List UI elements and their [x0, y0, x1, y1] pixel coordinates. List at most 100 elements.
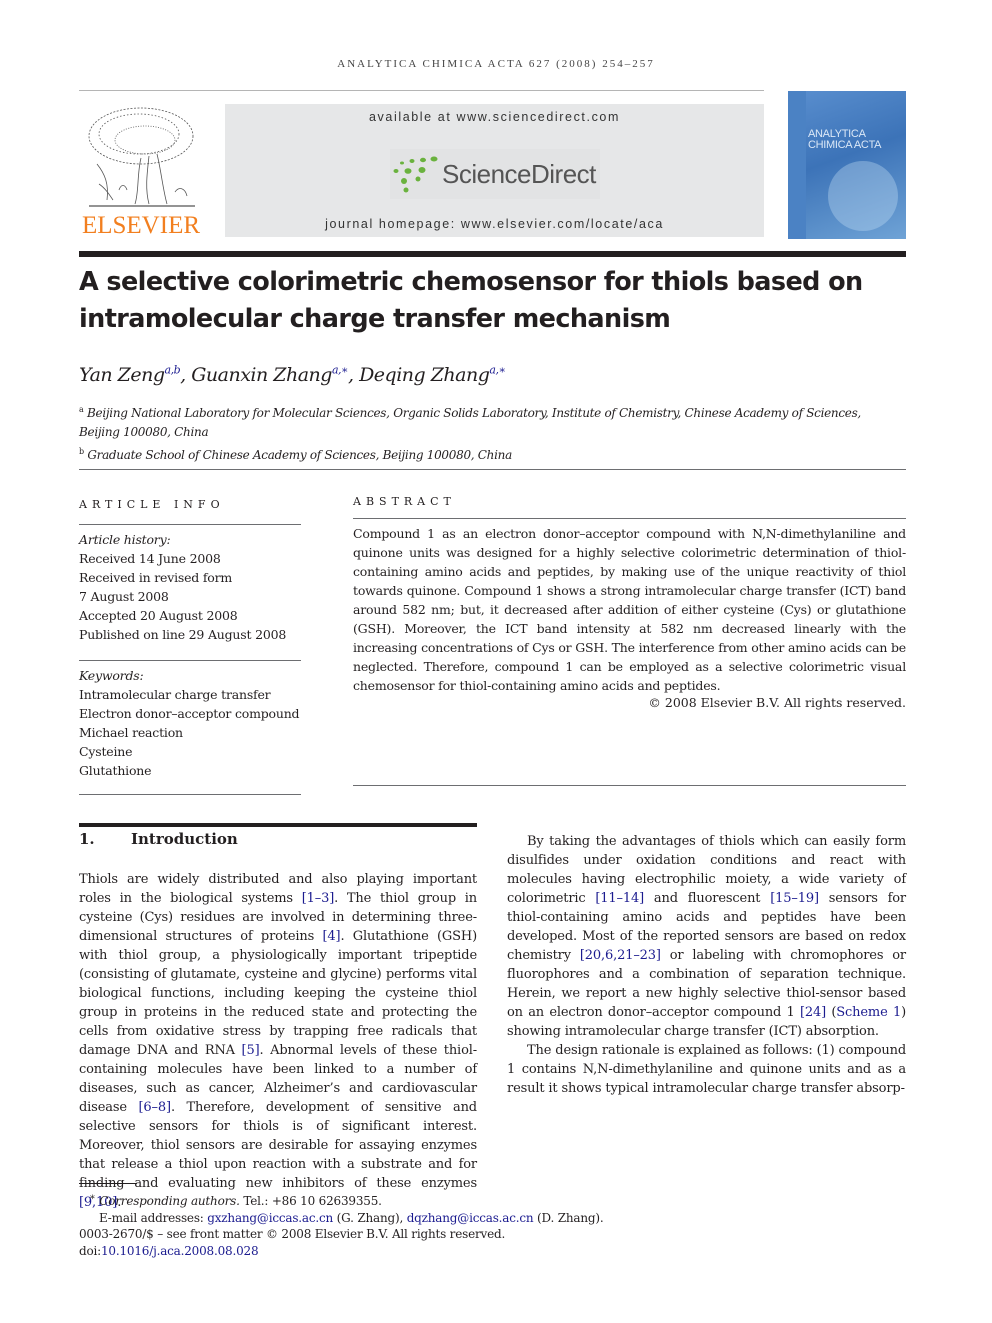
cover-title: ANALYTICA CHIMICA ACTA [808, 129, 882, 151]
affiliation-b: b Graduate School of Chinese Academy of … [79, 442, 909, 465]
abstract-text: Compound 1 as an electron donor–acceptor… [353, 526, 906, 693]
affiliation-a: a Beijing National Laboratory for Molecu… [79, 400, 909, 423]
doi-label: doi: [79, 1243, 101, 1258]
footnotes: ∗ Corresponding authors. Tel.: +86 10 62… [79, 1183, 604, 1260]
history-label: Article history: [79, 532, 171, 547]
email-owner: (D. Zhang). [533, 1210, 604, 1225]
sciencedirect-logo[interactable]: ScienceDirect [390, 149, 600, 199]
intro-paragraph-1: Thiols are widely distributed and also p… [79, 870, 477, 1212]
article-title: A selective colorimetric chemosensor for… [79, 264, 909, 338]
section-number: 1. [79, 830, 95, 848]
email-link[interactable]: gxzhang@iccas.ac.cn [207, 1211, 333, 1225]
history-item: Received 14 June 2008 [79, 551, 221, 566]
affiliation-mark: b [79, 447, 84, 456]
body-text: The design rationale is explained as fol… [507, 1043, 906, 1096]
abstract-heading: Abstract [353, 495, 456, 508]
affiliation-text-cont: Beijing 100080, China [79, 425, 209, 439]
article-info-rule [79, 524, 301, 525]
author-name: Guanxin Zhang [191, 364, 332, 387]
sciencedirect-banner: available at www.sciencedirect.com Scien… [225, 104, 764, 237]
abstract: Abstract Compound 1 as an electron donor… [353, 495, 906, 786]
abstract-copyright: © 2008 Elsevier B.V. All rights reserved… [648, 695, 906, 710]
corresponding-label: Corresponding authors. [99, 1194, 240, 1208]
front-matter: 0003-2670/$ – see front matter © 2008 El… [79, 1227, 506, 1241]
body-column-left: Thiols are widely distributed and also p… [79, 870, 477, 1212]
author-affiliation-mark[interactable]: a,b [165, 364, 181, 377]
author-separator: , [180, 364, 192, 387]
telephone: Tel.: +86 10 62639355. [239, 1194, 382, 1208]
history-item: Accepted 20 August 2008 [79, 608, 238, 623]
title-rule [79, 251, 906, 257]
article-info-heading: Article Info [79, 498, 225, 511]
author-name: Deqing Zhang [359, 364, 490, 387]
journal-homepage-link[interactable]: journal homepage: www.elsevier.com/locat… [225, 217, 764, 231]
article-info-bottom-rule [79, 794, 301, 795]
doi-link[interactable]: 10.1016/j.aca.2008.08.028 [101, 1244, 259, 1258]
citation-link[interactable]: [11–14] [595, 891, 644, 906]
affiliation-text: Beijing National Laboratory for Molecula… [87, 406, 861, 420]
keyword: Intramolecular charge transfer [79, 687, 271, 702]
elsevier-logo[interactable]: ELSEVIER [79, 104, 203, 240]
section-heading-introduction: 1. Introduction [79, 830, 238, 848]
history-item: 7 August 2008 [79, 589, 169, 604]
citation-link[interactable]: [5] [242, 1043, 260, 1058]
abstract-rule [353, 518, 906, 519]
article-title-line2: intramolecular charge transfer mechanism [79, 304, 671, 334]
keyword: Cysteine [79, 744, 133, 759]
body-text: . Glutathione (GSH) with thiol group, a … [79, 929, 477, 1058]
cover-title-line2: CHIMICA ACTA [808, 139, 882, 151]
author-list: Yan Zenga,b, Guanxin Zhanga,∗, Deqing Zh… [79, 364, 506, 387]
citation-link[interactable]: Scheme 1 [836, 1005, 901, 1020]
history-item: Published on line 29 August 2008 [79, 627, 287, 642]
citation-link[interactable]: [6–8] [139, 1100, 172, 1115]
intro-paragraph-2: By taking the advantages of thiols which… [507, 832, 906, 1041]
affiliation-mark: a [79, 405, 84, 414]
history-item: Received in revised form [79, 570, 233, 585]
intro-rule [79, 823, 477, 827]
email-link[interactable]: dqzhang@iccas.ac.cn [407, 1211, 534, 1225]
corresponding-note: ∗ Corresponding authors. Tel.: +86 10 62… [79, 1190, 603, 1210]
running-header: ANALYTICA CHIMICA ACTA 627 (2008) 254–25… [337, 58, 655, 70]
elsevier-tree-icon [88, 107, 195, 207]
author-name: Yan Zeng [79, 364, 165, 387]
section-title: Introduction [131, 830, 238, 848]
elsevier-wordmark: ELSEVIER [81, 212, 201, 239]
citation-link[interactable]: [20,6,21–23] [580, 948, 661, 963]
header-rule [79, 90, 764, 91]
citation-link[interactable]: [24] [800, 1005, 826, 1020]
affiliation-text: Graduate School of Chinese Academy of Sc… [87, 448, 512, 462]
author-separator: , [347, 364, 360, 387]
intro-paragraph-3: The design rationale is explained as fol… [507, 1041, 906, 1098]
abstract-bottom-rule [353, 785, 906, 786]
sciencedirect-wordmark: ScienceDirect [442, 159, 596, 189]
email-note: E-mail addresses: gxzhang@iccas.ac.cn (G… [79, 1210, 604, 1227]
author-affiliation-mark[interactable]: a,∗ [332, 364, 349, 377]
affiliations: a Beijing National Laboratory for Molecu… [79, 400, 909, 465]
keyword: Electron donor–acceptor compound [79, 706, 300, 721]
author: Guanxin Zhanga,∗, [191, 364, 359, 386]
available-at-link[interactable]: available at www.sciencedirect.com [225, 110, 764, 124]
keyword: Michael reaction [79, 725, 183, 740]
email-label: E-mail addresses: [99, 1210, 208, 1225]
citation-link[interactable]: [4] [323, 929, 341, 944]
footnote-rule [79, 1183, 137, 1184]
body-text: and fluorescent [644, 891, 771, 906]
cover-image-glow [828, 161, 898, 231]
keyword: Glutathione [79, 763, 152, 778]
citation-link[interactable]: [15–19] [770, 891, 819, 906]
keywords-rule [79, 660, 301, 661]
keywords-label: Keywords: [79, 668, 144, 683]
article-info: Article Info Article history: Received 1… [79, 495, 301, 795]
affiliation-rule [79, 469, 906, 470]
doi-line: doi:10.1016/j.aca.2008.08.028 [79, 1243, 603, 1260]
footnote-mark: ∗ [89, 1192, 96, 1203]
author: Yan Zenga,b, [79, 364, 191, 386]
citation-link[interactable]: [1–3] [302, 891, 335, 906]
journal-cover-thumbnail[interactable]: ANALYTICA CHIMICA ACTA [788, 91, 906, 239]
body-text: ( [826, 1005, 837, 1020]
cover-side-band [788, 91, 806, 239]
author-affiliation-mark[interactable]: a,∗ [489, 364, 506, 377]
body-column-right: By taking the advantages of thiols which… [507, 832, 906, 1098]
article-title-line1: A selective colorimetric chemosensor for… [79, 267, 863, 297]
email-owner: (G. Zhang), [333, 1210, 407, 1225]
